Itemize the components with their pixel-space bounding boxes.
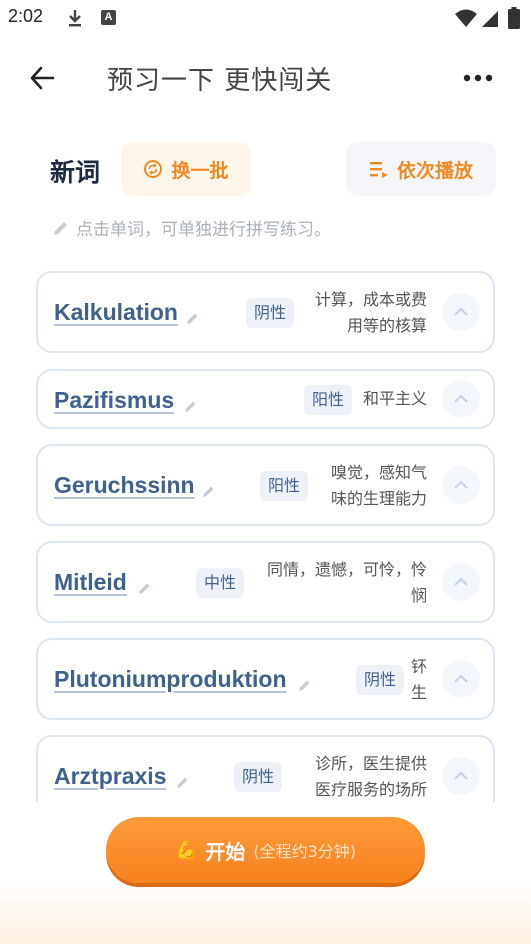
spelling-hint-text: 点击单词，可单独进行拼写练习。 (76, 220, 331, 240)
edit-icon (299, 680, 310, 691)
chevron-up-icon (454, 394, 468, 403)
play-in-order-label: 依次播放 (396, 159, 473, 182)
start-label: 开始 (205, 839, 246, 864)
refresh-icon (144, 160, 163, 178)
start-button[interactable]: 💪 开始 (全程约3分钟) (106, 817, 425, 883)
chevron-up-icon (454, 674, 468, 683)
gender-badge: 阴性 (234, 762, 283, 792)
gender-badge: 中性 (196, 568, 245, 598)
meaning-line: 悯 (410, 586, 427, 605)
pencil-icon (54, 221, 67, 235)
word-meaning: 嗅觉，感知气 味的生理能力 (331, 460, 427, 512)
app-notification-icon: A (101, 10, 116, 25)
meaning-line: 钚 (410, 657, 427, 676)
flexed-bicep-icon: 💪 (174, 839, 198, 861)
swap-batch-button[interactable]: 换一批 (121, 142, 251, 196)
spelling-hint: 点击单词，可单独进行拼写练习。 (52, 215, 331, 240)
word-card: Pazifismus 阳性 和平主义 (36, 369, 495, 429)
word-term[interactable]: Mitleid (54, 569, 127, 596)
edit-icon (177, 777, 188, 788)
status-bar: 2:02 A (0, 0, 531, 36)
word-card: Arztpraxis 阴性 诊所，医生提供 医疗服务的场所 (36, 735, 495, 802)
gender-badge: 阴性 (356, 665, 405, 695)
word-meaning: 和平主义 (363, 386, 427, 412)
playlist-icon (369, 162, 388, 178)
meaning-line: 嗅觉，感知气 (330, 463, 427, 482)
section-title: 新词 (50, 158, 101, 187)
back-button[interactable] (22, 58, 62, 98)
edit-icon (185, 401, 196, 412)
word-list: Kalkulation 阴性 计算，成本或费 用等的核算 Pazifismus … (36, 271, 496, 802)
word-card: Geruchssinn 阳性 嗅觉，感知气 味的生理能力 (36, 444, 495, 526)
expand-button[interactable] (442, 293, 480, 331)
word-meaning: 钚 生 (411, 654, 427, 706)
arrow-left-icon (30, 66, 55, 90)
expand-button[interactable] (442, 660, 480, 698)
chevron-up-icon (454, 771, 468, 780)
meaning-line: 诊所，医生提供 (314, 754, 427, 773)
expand-button[interactable] (442, 563, 480, 601)
play-in-order-button[interactable]: 依次播放 (346, 142, 496, 196)
word-card: Kalkulation 阴性 计算，成本或费 用等的核算 (36, 271, 495, 353)
bottom-background (0, 880, 531, 944)
wifi-icon (455, 9, 477, 27)
expand-button[interactable] (442, 757, 480, 795)
swap-batch-label: 换一批 (171, 159, 229, 182)
chevron-up-icon (454, 480, 468, 489)
word-meaning: 诊所，医生提供 医疗服务的场所 (315, 751, 427, 802)
battery-icon (508, 7, 520, 29)
status-time: 2:02 (8, 6, 44, 26)
meaning-line: 用等的核算 (346, 316, 427, 335)
edit-icon (203, 486, 214, 497)
meaning-line: 同情，遗憾，可怜，怜 (266, 560, 427, 579)
chevron-up-icon (454, 577, 468, 586)
word-term[interactable]: Plutoniumproduktion (54, 666, 287, 693)
download-icon (69, 10, 81, 27)
word-card: Mitleid 中性 同情，遗憾，可怜，怜 悯 (36, 541, 495, 623)
word-term[interactable]: Pazifismus (54, 387, 174, 414)
word-term[interactable]: Arztpraxis (54, 763, 166, 790)
page-title: 预习一下 更快闯关 (107, 66, 333, 96)
more-dots-icon (463, 74, 493, 82)
meaning-line: 医疗服务的场所 (314, 780, 427, 799)
start-duration: (全程约3分钟) (253, 842, 357, 861)
gender-badge: 阳性 (260, 471, 309, 501)
edit-icon (187, 313, 198, 324)
chevron-up-icon (454, 307, 468, 316)
gender-badge: 阳性 (304, 385, 353, 415)
gender-badge: 阴性 (246, 298, 295, 328)
meaning-line: 计算，成本或费 (314, 290, 427, 309)
word-term[interactable]: Kalkulation (54, 299, 178, 326)
more-button[interactable] (458, 58, 498, 98)
word-meaning: 计算，成本或费 用等的核算 (315, 287, 427, 339)
meaning-line: 和平主义 (362, 389, 427, 408)
word-term[interactable]: Geruchssinn (54, 472, 195, 499)
meaning-line: 生 (410, 683, 427, 702)
app-header: 预习一下 更快闯关 (0, 44, 531, 110)
word-card: Plutoniumproduktion 阴性 钚 生 (36, 638, 495, 720)
meaning-line: 味的生理能力 (330, 489, 427, 508)
edit-icon (139, 583, 150, 594)
word-meaning: 同情，遗憾，可怜，怜 悯 (267, 557, 427, 609)
expand-button[interactable] (442, 466, 480, 504)
expand-button[interactable] (442, 380, 480, 418)
signal-icon (482, 11, 498, 27)
